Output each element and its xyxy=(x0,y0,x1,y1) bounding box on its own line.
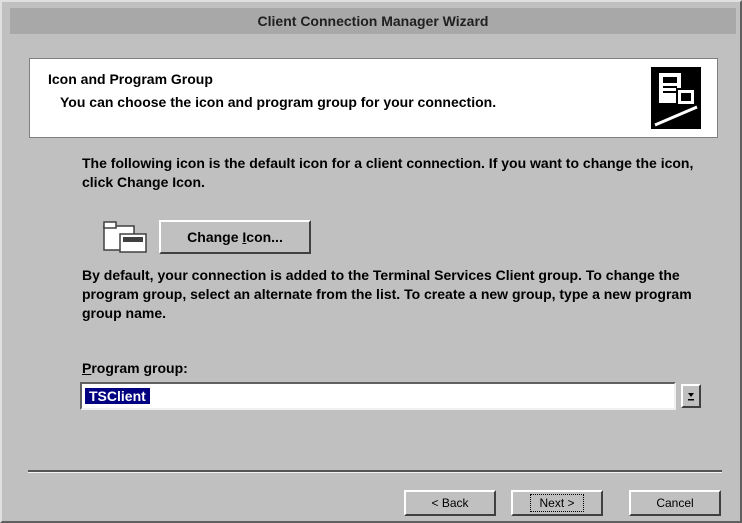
footer-separator-highlight xyxy=(28,472,722,473)
back-button[interactable]: < Back xyxy=(404,490,496,516)
program-group-accel: P xyxy=(82,360,92,376)
program-group-input[interactable]: TSClient xyxy=(80,382,676,410)
dropdown-arrow-icon xyxy=(688,393,694,401)
next-button-label: Next > xyxy=(530,494,584,512)
window-title: Client Connection Manager Wizard xyxy=(257,13,489,29)
connection-icon xyxy=(103,221,147,253)
title-bar: Client Connection Manager Wizard xyxy=(10,8,736,34)
program-group-dropdown-button[interactable] xyxy=(681,384,701,408)
default-icon-description: The following icon is the default icon f… xyxy=(82,155,694,190)
program-group-value: TSClient xyxy=(85,388,150,404)
header-panel: Icon and Program Group You can choose th… xyxy=(29,58,718,138)
change-icon-button[interactable]: Change Icon... xyxy=(159,220,311,254)
change-icon-label-part2: con... xyxy=(246,229,283,245)
back-button-label: < Back xyxy=(431,496,469,510)
program-group-label-rest: rogram group: xyxy=(91,360,188,376)
cancel-button-label: Cancel xyxy=(656,496,694,510)
cancel-button[interactable]: Cancel xyxy=(629,490,721,516)
wizard-window: Client Connection Manager Wizard Icon an… xyxy=(0,0,742,523)
program-group-label: Program group: xyxy=(82,360,188,376)
header-title: Icon and Program Group xyxy=(48,71,213,87)
change-icon-label-part1: Change xyxy=(187,229,243,245)
next-button[interactable]: Next > xyxy=(511,490,603,516)
header-subtitle: You can choose the icon and program grou… xyxy=(60,94,497,110)
program-group-description: By default, your connection is added to … xyxy=(82,267,692,321)
wizard-icon xyxy=(651,67,701,129)
